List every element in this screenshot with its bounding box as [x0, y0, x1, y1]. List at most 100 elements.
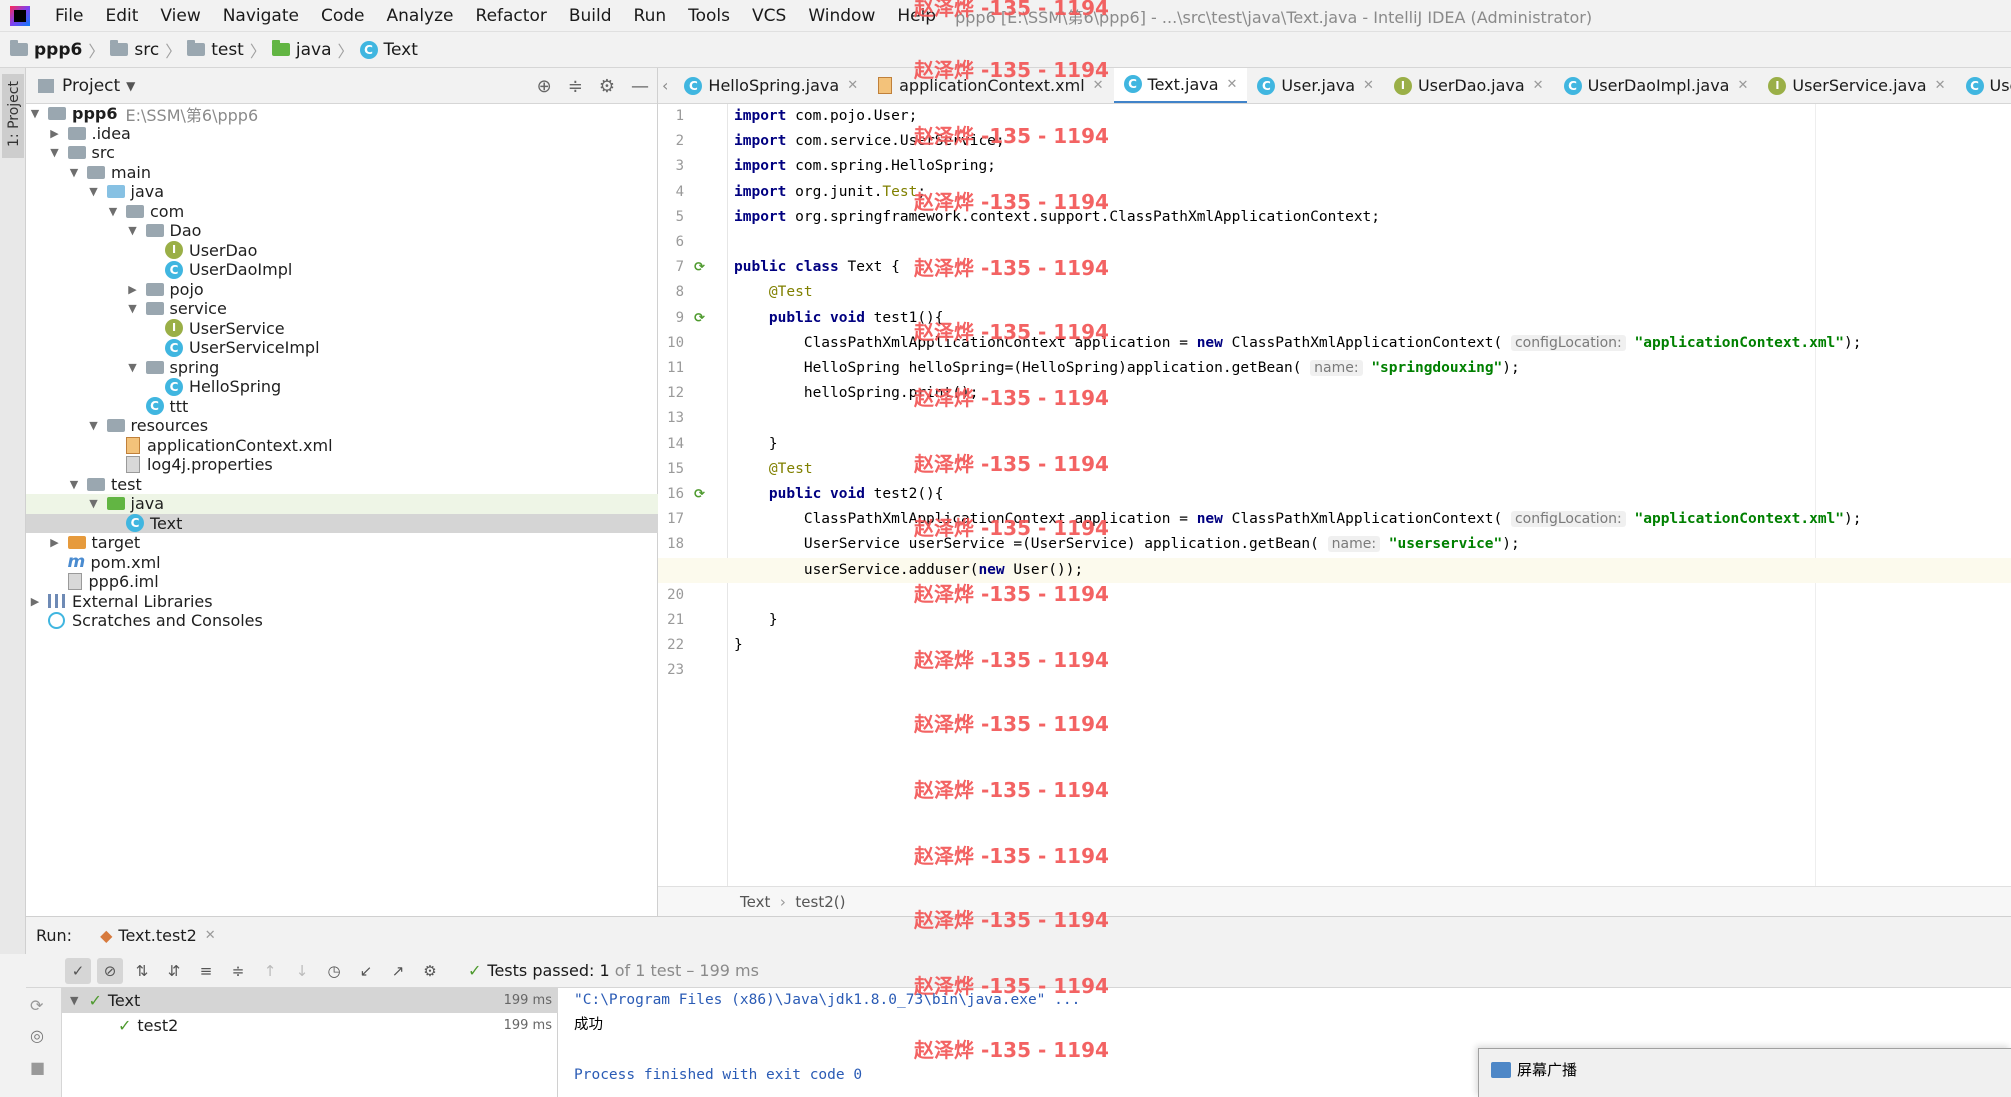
- collapse-all-tests-icon[interactable]: ≑: [225, 958, 251, 984]
- run-test-icon[interactable]: ⟳: [694, 487, 708, 502]
- chevron-right-icon[interactable]: ▶: [28, 595, 42, 608]
- editor-breadcrumb-item[interactable]: test2(): [795, 893, 845, 911]
- show-ignored-icon[interactable]: ⊘: [97, 957, 123, 984]
- tree-item[interactable]: ▶ target: [26, 533, 658, 553]
- tree-item[interactable]: ▶ External Libraries: [26, 592, 658, 612]
- menu-navigate[interactable]: Navigate: [212, 0, 310, 32]
- chevron-down-icon[interactable]: ▼: [67, 478, 81, 491]
- chevron-right-icon[interactable]: ▶: [126, 283, 140, 296]
- hide-icon[interactable]: —: [631, 76, 649, 97]
- menu-vcs[interactable]: VCS: [741, 0, 797, 32]
- breadcrumb-item[interactable]: java: [271, 40, 332, 60]
- menu-view[interactable]: View: [149, 0, 211, 32]
- tree-item[interactable]: C UserDaoImpl: [26, 260, 658, 280]
- export-tests-icon[interactable]: ↗: [385, 958, 411, 984]
- editor-tab[interactable]: C HelloSpring.java ✕: [674, 68, 868, 103]
- previous-failed-icon[interactable]: ↑: [257, 958, 283, 984]
- menu-build[interactable]: Build: [558, 0, 623, 32]
- menu-analyze[interactable]: Analyze: [376, 0, 465, 32]
- editor-tab[interactable]: I UserService.java ✕: [1758, 68, 1955, 103]
- menu-tools[interactable]: Tools: [677, 0, 741, 32]
- project-tool-tab[interactable]: 1: Project: [2, 74, 24, 158]
- project-view-selector[interactable]: Project: [62, 76, 120, 96]
- chevron-down-icon[interactable]: ▼: [126, 224, 140, 237]
- tree-item[interactable]: ▼ ppp6 E:\SSM\第6\ppp6: [26, 104, 658, 125]
- close-icon[interactable]: ✕: [1533, 78, 1544, 93]
- menu-window[interactable]: Window: [797, 0, 886, 32]
- chevron-down-icon[interactable]: ▼: [48, 146, 62, 159]
- editor-tab[interactable]: C User.java ✕: [1247, 68, 1384, 103]
- next-failed-icon[interactable]: ↓: [289, 958, 315, 984]
- breadcrumb-item[interactable]: src: [110, 40, 159, 60]
- menu-refactor[interactable]: Refactor: [465, 0, 558, 32]
- tree-item[interactable]: Cttt: [26, 397, 658, 417]
- close-icon[interactable]: ✕: [847, 78, 858, 93]
- close-icon[interactable]: ✕: [1227, 77, 1238, 92]
- sort-alpha-icon[interactable]: ⇅: [129, 958, 155, 984]
- menu-code[interactable]: Code: [310, 0, 376, 32]
- sort-duration-icon[interactable]: ⇵: [161, 958, 187, 984]
- close-icon[interactable]: ✕: [1935, 78, 1946, 93]
- close-icon[interactable]: ✕: [1737, 78, 1748, 93]
- breadcrumb-item[interactable]: C Text: [359, 40, 418, 60]
- close-icon[interactable]: ✕: [1363, 78, 1374, 93]
- tree-item[interactable]: m pom.xml: [26, 553, 658, 573]
- settings-icon[interactable]: ⚙: [417, 958, 443, 984]
- tree-item[interactable]: log4j.properties: [26, 455, 658, 475]
- tree-item[interactable]: ▼ src: [26, 143, 658, 163]
- chevron-down-icon[interactable]: ▼: [28, 107, 42, 120]
- menu-edit[interactable]: Edit: [94, 0, 149, 32]
- tree-item[interactable]: ▼ test: [26, 475, 658, 495]
- rerun-failed-icon[interactable]: ⟳: [30, 996, 52, 1018]
- show-passed-icon[interactable]: ✓: [65, 957, 91, 984]
- chevron-down-icon[interactable]: ▼: [106, 205, 120, 218]
- close-icon[interactable]: ✕: [205, 928, 216, 943]
- chevron-down-icon[interactable]: ▼: [126, 361, 140, 374]
- tree-item[interactable]: I UserDao: [26, 241, 658, 261]
- tree-item[interactable]: ▼ com: [26, 202, 658, 222]
- chevron-right-icon[interactable]: ▶: [48, 127, 62, 140]
- tree-item[interactable]: ▶ pojo: [26, 280, 658, 300]
- tree-item[interactable]: ▼ Dao: [26, 221, 658, 241]
- test-history-icon[interactable]: ◷: [321, 958, 347, 984]
- toggle-auto-test-icon[interactable]: ◎: [30, 1026, 52, 1048]
- tree-item[interactable]: applicationContext.xml: [26, 436, 658, 456]
- gear-icon[interactable]: ⚙: [599, 76, 615, 97]
- breadcrumb-item[interactable]: ppp6: [10, 40, 82, 60]
- tree-item[interactable]: I UserService: [26, 319, 658, 339]
- expand-all-icon[interactable]: ≡: [193, 958, 219, 984]
- chevron-down-icon[interactable]: ▼: [126, 302, 140, 315]
- tree-item[interactable]: ▼ java: [26, 494, 658, 514]
- tree-item[interactable]: C Text: [26, 513, 658, 533]
- scroll-tabs-left-icon[interactable]: ‹: [662, 76, 668, 95]
- import-tests-icon[interactable]: ↙: [353, 958, 379, 984]
- editor-tab[interactable]: C Text.java ✕: [1113, 68, 1248, 103]
- tree-item[interactable]: ▼ spring: [26, 358, 658, 378]
- run-test-icon[interactable]: ⟳: [694, 311, 708, 326]
- editor-tab[interactable]: C UserDaoImpl.java ✕: [1554, 68, 1759, 103]
- tree-item[interactable]: ppp6.iml: [26, 572, 658, 592]
- test-node[interactable]: ▼ ✓ Text 199 ms: [62, 988, 558, 1013]
- tree-item[interactable]: C UserServiceImpl: [26, 338, 658, 358]
- editor-tab[interactable]: C UserServiceImpl.ja: [1956, 68, 2011, 103]
- run-tab[interactable]: ◆ Text.test2 ✕: [100, 926, 216, 945]
- tree-item[interactable]: ▶ .idea: [26, 124, 658, 144]
- locate-icon[interactable]: ⊕: [537, 76, 552, 97]
- editor-breadcrumb-item[interactable]: Text: [740, 893, 770, 911]
- test-node[interactable]: ✓ test2 199 ms: [62, 1013, 558, 1038]
- run-test-icon[interactable]: ⟳: [694, 260, 708, 275]
- collapse-all-icon[interactable]: ≑: [568, 76, 583, 97]
- chevron-down-icon[interactable]: ▼: [67, 166, 81, 179]
- tree-item[interactable]: C HelloSpring: [26, 377, 658, 397]
- editor-tab[interactable]: I UserDao.java ✕: [1384, 68, 1554, 103]
- menu-file[interactable]: File: [44, 0, 94, 32]
- tree-item[interactable]: ▼ main: [26, 163, 658, 183]
- code-editor[interactable]: import com.pojo.User; import com.service.…: [658, 104, 2011, 886]
- chevron-down-icon[interactable]: ▼: [126, 79, 135, 93]
- chevron-down-icon[interactable]: ▼: [70, 994, 78, 1007]
- tree-item[interactable]: ▼ resources: [26, 416, 658, 436]
- tree-item[interactable]: ▼ service: [26, 299, 658, 319]
- tree-item[interactable]: Scratches and Consoles: [26, 611, 658, 631]
- breadcrumb-item[interactable]: test: [187, 40, 244, 60]
- chevron-down-icon[interactable]: ▼: [87, 497, 101, 510]
